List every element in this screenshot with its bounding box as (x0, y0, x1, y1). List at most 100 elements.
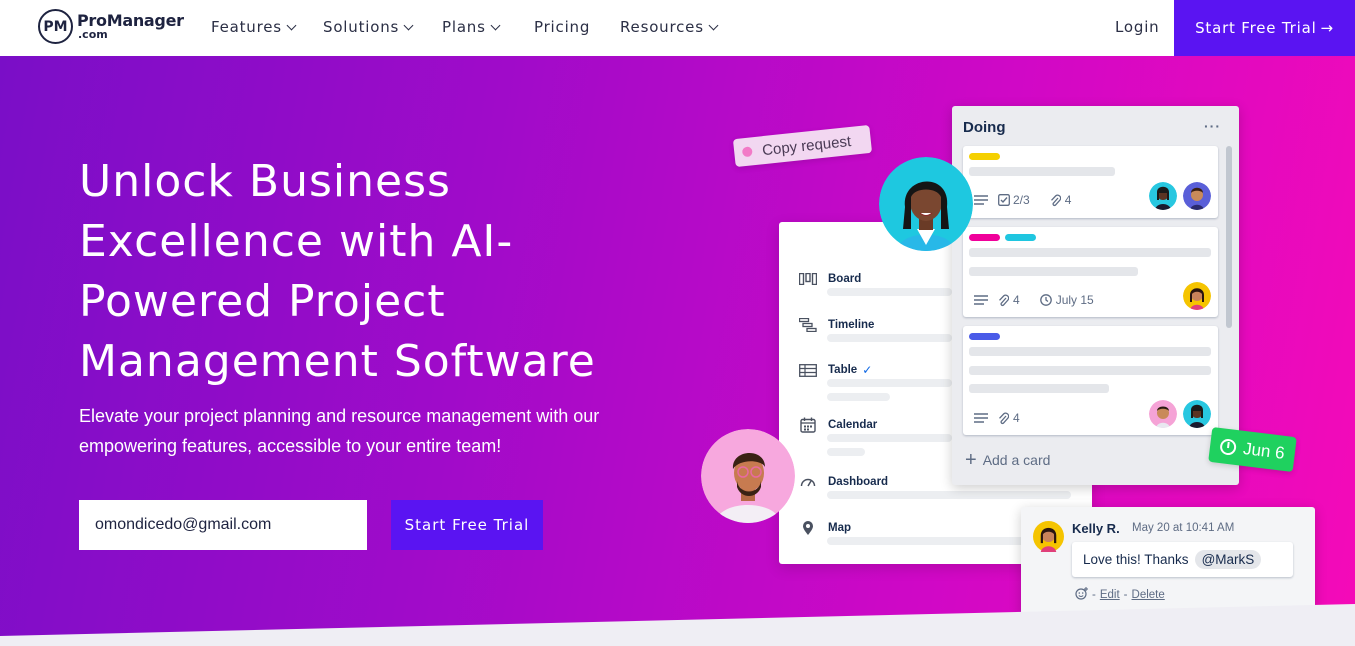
nav-plans[interactable]: Plans (442, 18, 501, 36)
clock-icon: July 15 (1039, 293, 1104, 307)
view-table[interactable]: Table ✓ (799, 363, 872, 377)
list-title: Doing (963, 119, 1006, 136)
avatar (1183, 282, 1211, 310)
card-meta: 2/3 4 (974, 193, 1091, 207)
separator: - (1123, 589, 1128, 601)
due-date: July 15 (1055, 293, 1094, 307)
comment-author: Kelly R. (1072, 521, 1120, 536)
dot-icon (741, 146, 753, 158)
task-card[interactable]: 4 (963, 326, 1218, 435)
calendar-icon (799, 417, 817, 433)
placeholder-line (969, 248, 1211, 257)
table-icon (799, 363, 817, 377)
add-card-label: Add a card (982, 452, 1051, 468)
view-label: Dashboard (828, 476, 889, 488)
view-calendar[interactable]: Calendar (799, 417, 877, 433)
nav-pricing[interactable]: Pricing (534, 18, 590, 36)
attachment-icon: 4 (998, 293, 1030, 307)
view-map[interactable]: Map (799, 521, 851, 535)
doing-list: Doing ··· 2/3 4 4 July 15 4 + Add a card (952, 106, 1239, 485)
view-label: Map (828, 522, 851, 534)
checklist-icon: 2/3 (998, 193, 1040, 207)
attachment-count: 4 (1013, 293, 1020, 307)
avatar (1183, 182, 1211, 210)
comment-card: Kelly R. May 20 at 10:41 AM Love this! T… (1021, 507, 1315, 615)
nav-solutions-label: Solutions (323, 18, 400, 36)
label-tag (1005, 234, 1036, 241)
label-tag (969, 153, 1000, 160)
woman-portrait (879, 157, 973, 251)
placeholder-bar (827, 434, 952, 442)
view-label: Board (828, 273, 862, 285)
email-input[interactable]: omondicedo@gmail.com (79, 500, 367, 550)
gauge-icon (799, 475, 817, 489)
avatar (1183, 400, 1211, 428)
attachment-icon: 4 (1050, 193, 1082, 207)
clock-icon (1219, 437, 1238, 456)
task-card[interactable]: 4 July 15 (963, 227, 1218, 317)
add-card-button[interactable]: + Add a card (965, 450, 1050, 470)
placeholder-line (969, 167, 1115, 176)
hero-start-trial-button[interactable]: Start Free Trial (391, 500, 543, 550)
attachment-count: 4 (1064, 193, 1072, 207)
placeholder-bar (827, 334, 952, 342)
hero-headline: Unlock Business Excellence with AI-Power… (79, 156, 596, 387)
logo-mark: PM (38, 9, 73, 44)
comment-date: May 20 at 10:41 AM (1132, 522, 1235, 534)
placeholder-bar (827, 448, 865, 456)
top-nav: PM ProManager .com Features Solutions Pl… (0, 0, 1355, 56)
nav-features[interactable]: Features (211, 18, 297, 36)
nav-plans-label: Plans (442, 18, 486, 36)
board-icon (799, 272, 817, 286)
check-icon: ✓ (862, 363, 873, 377)
comment-text: Love this! Thanks (1083, 552, 1189, 567)
logo-name: ProManager (77, 11, 184, 30)
separator: - (1092, 589, 1096, 601)
avatar (1033, 521, 1064, 552)
card-meta: 4 July 15 (974, 293, 1114, 307)
logo-domain: .com (78, 28, 108, 41)
nav-resources[interactable]: Resources (620, 18, 719, 36)
description-icon (974, 413, 988, 423)
more-icon[interactable]: ··· (1204, 118, 1221, 134)
man-portrait (701, 429, 795, 523)
view-label: Timeline (828, 319, 875, 331)
delete-link[interactable]: Delete (1132, 589, 1165, 601)
task-card[interactable]: 2/3 4 (963, 146, 1218, 218)
placeholder-line (969, 384, 1109, 393)
placeholder-line (969, 267, 1138, 276)
chevron-down-icon (286, 20, 297, 30)
avatar (1149, 400, 1177, 428)
chevron-down-icon (403, 20, 414, 30)
placeholder-bar (827, 379, 952, 387)
placeholder-bar (827, 491, 1071, 499)
due-badge-text: Jun 6 (1242, 438, 1286, 463)
view-timeline[interactable]: Timeline (799, 318, 874, 332)
checklist-count: 2/3 (1013, 193, 1030, 207)
placeholder-line (969, 347, 1211, 356)
scrollbar[interactable] (1226, 146, 1232, 328)
emoji-icon[interactable] (1075, 587, 1088, 603)
view-label: Table (828, 364, 858, 376)
edit-link[interactable]: Edit (1100, 589, 1120, 601)
attachment-icon: 4 (998, 411, 1030, 425)
view-board[interactable]: Board (799, 272, 861, 286)
logo[interactable]: PM ProManager .com (38, 9, 184, 44)
avatar (1149, 182, 1177, 210)
placeholder-line (969, 366, 1211, 375)
attachment-count: 4 (1013, 411, 1020, 425)
card-meta: 4 (974, 411, 1040, 425)
label-tag (969, 234, 1000, 241)
timeline-icon (799, 318, 817, 332)
nav-start-trial-label: Start Free Trial (1195, 19, 1317, 37)
view-dashboard[interactable]: Dashboard (799, 475, 888, 489)
chevron-down-icon (708, 20, 719, 30)
mention-chip[interactable]: @MarkS (1194, 550, 1262, 569)
placeholder-bar (827, 393, 890, 401)
login-link[interactable]: Login (1115, 18, 1159, 36)
description-icon (974, 295, 988, 305)
label-tag (969, 333, 1000, 340)
arrow-right-icon: → (1320, 19, 1334, 37)
nav-start-trial-button[interactable]: Start Free Trial → (1174, 0, 1355, 56)
nav-solutions[interactable]: Solutions (323, 18, 414, 36)
